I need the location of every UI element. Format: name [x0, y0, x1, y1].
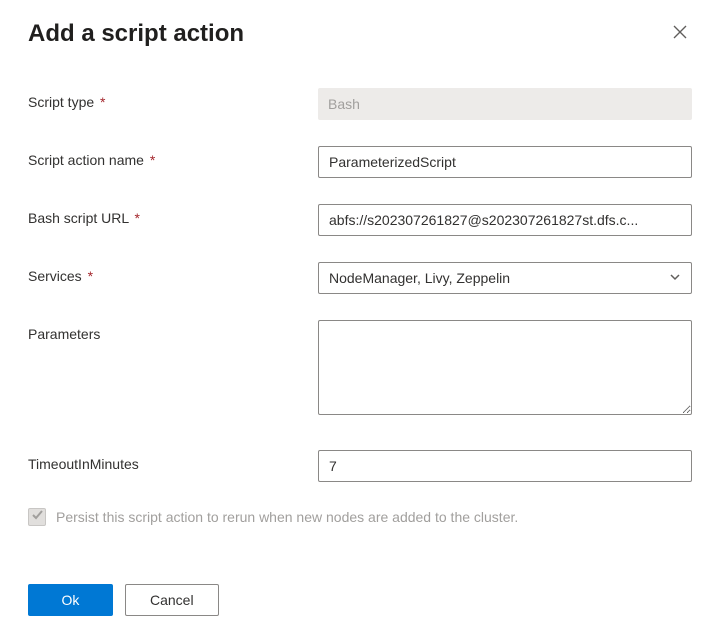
required-marker: * — [150, 152, 155, 168]
cancel-button[interactable]: Cancel — [125, 584, 219, 616]
ok-button[interactable]: Ok — [28, 584, 113, 616]
chevron-down-icon — [669, 270, 681, 286]
page-title: Add a script action — [28, 20, 244, 48]
close-icon — [672, 24, 688, 44]
required-marker: * — [135, 210, 140, 226]
bash-script-url-label: Bash script URL * — [28, 204, 318, 226]
script-action-name-label: Script action name * — [28, 146, 318, 168]
parameters-textarea[interactable] — [318, 320, 692, 415]
services-label: Services * — [28, 262, 318, 284]
bash-script-url-input[interactable] — [318, 204, 692, 236]
close-button[interactable] — [668, 20, 692, 47]
services-dropdown[interactable]: NodeManager, Livy, Zeppelin — [318, 262, 692, 294]
persist-checkbox — [28, 508, 46, 526]
script-type-field: Bash — [318, 88, 692, 120]
script-type-label: Script type * — [28, 88, 318, 110]
services-value: NodeManager, Livy, Zeppelin — [329, 270, 510, 286]
timeout-input[interactable] — [318, 450, 692, 482]
required-marker: * — [100, 94, 105, 110]
required-marker: * — [88, 268, 93, 284]
parameters-label: Parameters — [28, 320, 318, 342]
checkmark-icon — [31, 508, 44, 526]
persist-checkbox-label: Persist this script action to rerun when… — [56, 509, 518, 525]
script-action-name-input[interactable] — [318, 146, 692, 178]
timeout-label: TimeoutInMinutes — [28, 450, 318, 472]
